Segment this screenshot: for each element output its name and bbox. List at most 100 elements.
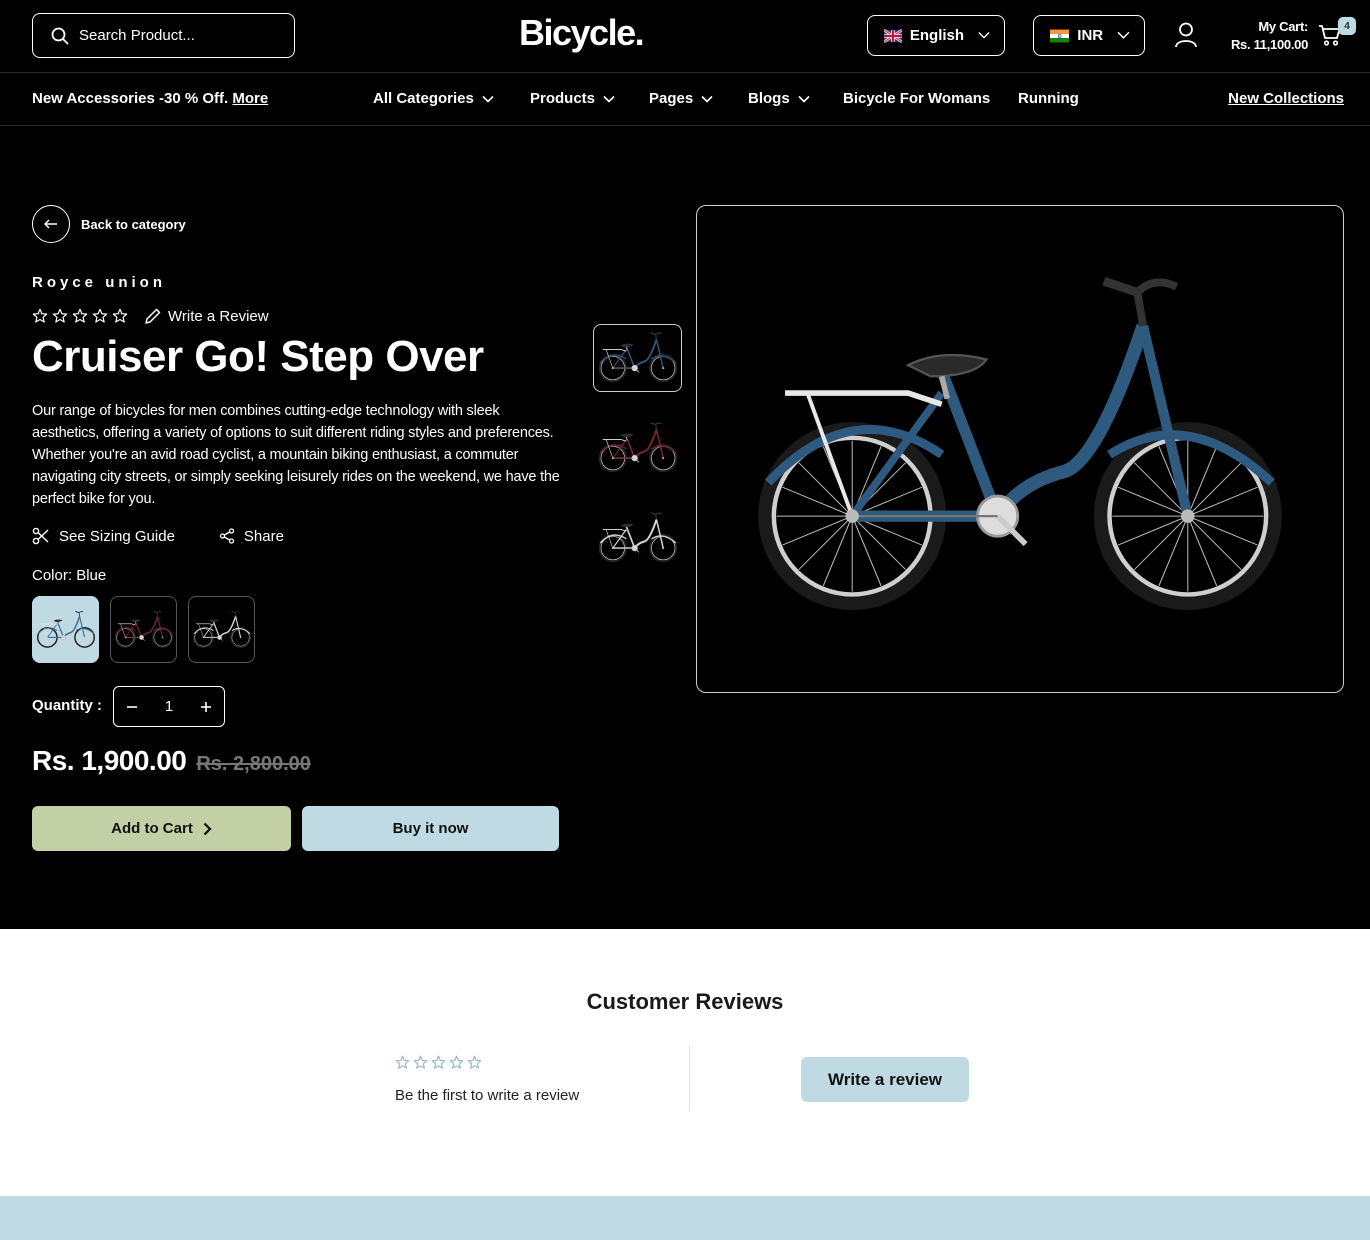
bicycle-image bbox=[36, 610, 95, 648]
gallery-thumb[interactable] bbox=[593, 504, 682, 572]
gallery-thumb[interactable] bbox=[593, 324, 682, 392]
new-collections-link[interactable]: New Collections bbox=[1228, 90, 1344, 107]
write-a-review-button[interactable]: Write a review bbox=[801, 1057, 969, 1102]
back-label: Back to category bbox=[81, 216, 186, 232]
color-label-text: Color: bbox=[32, 567, 73, 584]
add-to-cart-label: Add to Cart bbox=[111, 820, 193, 837]
nav-pages[interactable]: Pages bbox=[649, 90, 713, 107]
nav-item-label: Blogs bbox=[748, 90, 790, 107]
share-link[interactable]: Share bbox=[219, 527, 284, 545]
star-empty-icon bbox=[52, 308, 68, 323]
color-swatch-red[interactable] bbox=[110, 596, 177, 663]
language-selector[interactable]: English bbox=[867, 15, 1005, 56]
write-a-review-label: Write a review bbox=[827, 1069, 943, 1089]
promo-banner: New Accessories -30 % Off. More bbox=[32, 90, 268, 107]
bicycle-image bbox=[192, 610, 251, 648]
star-empty-icon bbox=[32, 308, 48, 323]
nav-item-label: Pages bbox=[649, 90, 694, 107]
gallery-thumb[interactable] bbox=[593, 414, 682, 482]
color-value: Blue bbox=[76, 567, 107, 584]
gallery-thumbnails bbox=[593, 324, 682, 572]
nav-item-label: Products bbox=[530, 90, 596, 107]
bicycle-image bbox=[598, 422, 677, 473]
star-empty-icon bbox=[413, 1055, 428, 1069]
customer-reviews-section: Customer Reviews Be the first to write a… bbox=[0, 929, 1370, 1196]
plus-icon[interactable] bbox=[200, 701, 212, 713]
footer-band bbox=[0, 1196, 1370, 1240]
star-empty-icon bbox=[395, 1055, 410, 1069]
cart-label: My Cart: bbox=[1258, 19, 1308, 34]
price-row: Rs. 1,900.00 Rs. 2,800.00 bbox=[32, 745, 311, 777]
share-label: Share bbox=[243, 527, 284, 545]
scissors-icon bbox=[32, 527, 49, 545]
promo-text: New Accessories -30 % Off. bbox=[32, 90, 229, 107]
user-account-icon[interactable] bbox=[1174, 22, 1198, 48]
nav-item-label: All Categories bbox=[373, 90, 474, 107]
uk-flag-icon bbox=[884, 28, 902, 43]
quantity-value[interactable]: 1 bbox=[165, 698, 173, 715]
add-to-cart-button[interactable]: Add to Cart bbox=[32, 806, 291, 851]
sale-price: Rs. 1,900.00 bbox=[32, 745, 187, 776]
arrow-left-icon bbox=[44, 219, 57, 229]
star-empty-icon bbox=[467, 1055, 482, 1069]
cart-summary[interactable]: My Cart: Rs. 11,100.00 bbox=[1216, 18, 1308, 54]
search-icon bbox=[51, 27, 69, 44]
chevron-down-icon bbox=[603, 95, 615, 103]
buy-now-button[interactable]: Buy it now bbox=[302, 806, 559, 851]
nav-blogs[interactable]: Blogs bbox=[748, 90, 810, 107]
nav-bicycle-for-womans[interactable]: Bicycle For Womans bbox=[843, 90, 990, 107]
buy-now-label: Buy it now bbox=[392, 820, 469, 837]
search-input[interactable]: Search Product... bbox=[32, 13, 295, 58]
chevron-down-icon bbox=[978, 32, 990, 39]
main-product-image[interactable] bbox=[696, 205, 1344, 693]
star-empty-icon bbox=[112, 308, 128, 323]
currency-selector[interactable]: INR bbox=[1033, 15, 1145, 56]
bicycle-image bbox=[598, 512, 677, 563]
color-label: Color: Blue bbox=[32, 567, 106, 584]
site-logo[interactable]: Bicycle. bbox=[519, 12, 645, 54]
minus-icon[interactable] bbox=[126, 701, 138, 713]
product-vendor[interactable]: Royce union bbox=[32, 274, 166, 291]
star-empty-icon bbox=[72, 308, 88, 323]
language-label: English bbox=[909, 27, 965, 44]
promo-more-link[interactable]: More bbox=[232, 90, 268, 107]
nav-products[interactable]: Products bbox=[530, 90, 615, 107]
bicycle-image bbox=[598, 332, 677, 383]
cart-total: Rs. 11,100.00 bbox=[1230, 37, 1308, 52]
write-review-link[interactable]: Write a Review bbox=[144, 307, 269, 325]
product-links: See Sizing Guide Share bbox=[32, 527, 284, 545]
share-icon bbox=[219, 528, 235, 544]
color-swatch-white[interactable] bbox=[188, 596, 255, 663]
chevron-down-icon bbox=[701, 95, 713, 103]
sizing-guide-link[interactable]: See Sizing Guide bbox=[32, 527, 175, 545]
reviews-empty-text: Be the first to write a review bbox=[395, 1087, 580, 1104]
back-button[interactable] bbox=[32, 205, 70, 243]
reviews-rating bbox=[395, 1055, 482, 1070]
nav-all-categories[interactable]: All Categories bbox=[373, 90, 494, 107]
product-description: Our range of bicycles for men combines c… bbox=[32, 403, 560, 507]
write-review-label: Write a Review bbox=[168, 307, 269, 325]
nav-item-label: Running bbox=[1018, 90, 1079, 107]
chevron-right-icon bbox=[203, 822, 212, 835]
nav-item-label: Bicycle For Womans bbox=[843, 90, 991, 107]
star-empty-icon bbox=[92, 308, 108, 323]
compare-price: Rs. 2,800.00 bbox=[196, 753, 311, 775]
color-swatches bbox=[32, 596, 255, 663]
bicycle-image bbox=[114, 610, 173, 648]
chevron-down-icon bbox=[482, 95, 494, 103]
star-empty-icon bbox=[449, 1055, 464, 1069]
chevron-down-icon bbox=[798, 95, 810, 103]
reviews-divider bbox=[689, 1045, 690, 1111]
color-swatch-blue[interactable] bbox=[32, 596, 99, 663]
reviews-heading: Customer Reviews bbox=[586, 989, 784, 1014]
chevron-down-icon bbox=[1117, 31, 1130, 39]
currency-label: INR bbox=[1077, 27, 1104, 44]
india-flag-icon bbox=[1050, 29, 1070, 42]
nav-running[interactable]: Running bbox=[1018, 90, 1079, 107]
back-to-category[interactable]: Back to category bbox=[32, 205, 186, 243]
quantity-label: Quantity : bbox=[32, 697, 102, 714]
sizing-guide-label: See Sizing Guide bbox=[59, 527, 175, 545]
product-title: Cruiser Go! Step Over bbox=[32, 332, 484, 381]
main-nav: New Accessories -30 % Off. More All Cate… bbox=[0, 74, 1370, 126]
quantity-stepper: 1 bbox=[113, 686, 225, 727]
